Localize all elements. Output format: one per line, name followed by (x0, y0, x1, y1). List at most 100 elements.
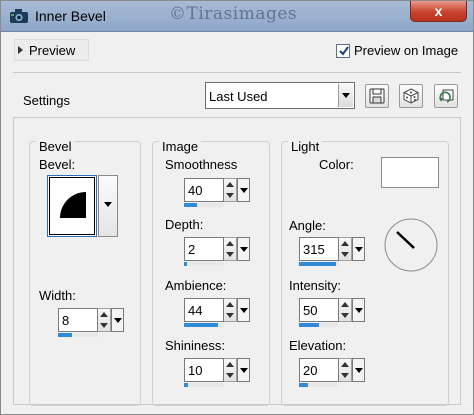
depth-slider[interactable] (184, 262, 224, 266)
camera-icon (9, 7, 29, 25)
title-bar[interactable]: Inner Bevel ©Tirasimages x (1, 1, 473, 32)
depth-spinner[interactable]: 2 (184, 237, 250, 267)
width-dropdown-button[interactable] (111, 308, 124, 332)
chevron-down-icon (342, 93, 350, 98)
preset-dropdown[interactable]: Last Used (205, 82, 355, 109)
smoothness-dropdown-button[interactable] (237, 178, 250, 202)
chevron-down-icon (104, 202, 112, 207)
elevation-spinner[interactable]: 20 (299, 358, 365, 388)
preview-bar: Preview Preview on Image (2, 33, 472, 67)
light-color-swatch[interactable] (381, 157, 439, 188)
bevel-label: Bevel: (39, 157, 76, 172)
reset-defaults-icon (439, 89, 454, 103)
intensity-label: Intensity: (289, 278, 342, 293)
width-spin-arrows[interactable] (98, 308, 111, 332)
bevel-shape-icon (60, 192, 86, 218)
shininess-label: Shininess: (165, 338, 225, 353)
randomize-button[interactable] (399, 84, 423, 108)
floppy-disk-icon (369, 88, 385, 104)
bevel-shape-picker[interactable] (47, 175, 97, 237)
width-slider-fill (58, 333, 72, 337)
shininess-value: 10 (188, 363, 203, 378)
angle-value: 315 (303, 242, 325, 257)
shininess-input[interactable]: 10 (184, 358, 224, 382)
ambience-spinner[interactable]: 44 (184, 298, 250, 328)
divider (13, 72, 461, 73)
shininess-spinner[interactable]: 10 (184, 358, 250, 388)
settings-label: Settings (23, 93, 70, 108)
smoothness-label: Smoothness (165, 157, 238, 172)
smoothness-spinner[interactable]: 40 (184, 178, 250, 208)
shininess-spin-arrows[interactable] (224, 358, 237, 382)
preset-dropdown-button[interactable] (338, 84, 353, 107)
depth-label: Depth: (165, 217, 204, 232)
preview-toggle-label: Preview (29, 42, 76, 58)
depth-input[interactable]: 2 (184, 237, 224, 261)
up-arrow-icon (341, 362, 349, 367)
smoothness-slider[interactable] (184, 203, 224, 207)
up-arrow-icon (100, 312, 108, 317)
depth-slider-fill (184, 262, 188, 266)
preview-on-image-option[interactable]: Preview on Image (336, 43, 458, 58)
intensity-slider[interactable] (299, 323, 339, 327)
bevel-shape-dropdown-button[interactable] (98, 175, 118, 237)
depth-spin-arrows[interactable] (224, 237, 237, 261)
intensity-input[interactable]: 50 (299, 298, 339, 322)
close-button[interactable]: x (410, 1, 467, 22)
shininess-slider[interactable] (184, 383, 224, 387)
down-arrow-icon (226, 193, 234, 198)
smoothness-input[interactable]: 40 (184, 178, 224, 202)
ambience-dropdown-button[interactable] (237, 298, 250, 322)
width-value: 8 (62, 313, 70, 328)
ambience-input[interactable]: 44 (184, 298, 224, 322)
preview-toggle-button[interactable]: Preview (14, 39, 89, 61)
up-arrow-icon (341, 241, 349, 246)
ambience-label: Ambience: (165, 278, 227, 293)
ambience-spin-arrows[interactable] (224, 298, 237, 322)
shininess-dropdown-button[interactable] (237, 358, 250, 382)
preview-on-image-label: Preview on Image (354, 43, 459, 58)
angle-spinner[interactable]: 315 (299, 237, 365, 267)
elevation-slider[interactable] (299, 383, 339, 387)
angle-spin-arrows[interactable] (339, 237, 352, 261)
intensity-spin-arrows[interactable] (339, 298, 352, 322)
elevation-spin-arrows[interactable] (339, 358, 352, 382)
intensity-spinner[interactable]: 50 (299, 298, 365, 328)
down-arrow-icon (226, 313, 234, 318)
smoothness-spin-arrows[interactable] (224, 178, 237, 202)
ambience-slider-fill (184, 323, 218, 327)
width-input[interactable]: 8 (58, 308, 98, 332)
save-preset-button[interactable] (365, 84, 389, 108)
elevation-input[interactable]: 20 (299, 358, 339, 382)
inner-bevel-dialog: Inner Bevel ©Tirasimages x Preview Previ… (0, 0, 474, 415)
shininess-slider-fill (184, 383, 188, 387)
chevron-down-icon (240, 188, 248, 193)
ambience-slider[interactable] (184, 323, 224, 327)
angle-label: Angle: (289, 218, 326, 233)
down-arrow-icon (341, 252, 349, 257)
angle-input[interactable]: 315 (299, 237, 339, 261)
up-arrow-icon (226, 362, 234, 367)
angle-dial[interactable] (383, 217, 439, 273)
up-arrow-icon (226, 241, 234, 246)
image-group-title: Image (159, 139, 202, 154)
elevation-dropdown-button[interactable] (352, 358, 365, 382)
smoothness-value: 40 (188, 183, 203, 198)
down-arrow-icon (226, 373, 234, 378)
expand-arrow-icon (18, 46, 23, 54)
intensity-dropdown-button[interactable] (352, 298, 365, 322)
angle-slider[interactable] (299, 262, 339, 266)
intensity-value: 50 (303, 303, 318, 318)
angle-dropdown-button[interactable] (352, 237, 365, 261)
width-slider[interactable] (58, 333, 98, 337)
down-arrow-icon (341, 373, 349, 378)
down-arrow-icon (226, 252, 234, 257)
bevel-group-title: Bevel (36, 139, 75, 154)
depth-value: 2 (188, 242, 196, 257)
depth-dropdown-button[interactable] (237, 237, 250, 261)
up-arrow-icon (341, 302, 349, 307)
reset-defaults-button[interactable] (434, 84, 458, 108)
preview-on-image-checkbox[interactable] (336, 43, 350, 58)
close-icon: x (434, 3, 443, 19)
width-spinner[interactable]: 8 (58, 308, 124, 338)
